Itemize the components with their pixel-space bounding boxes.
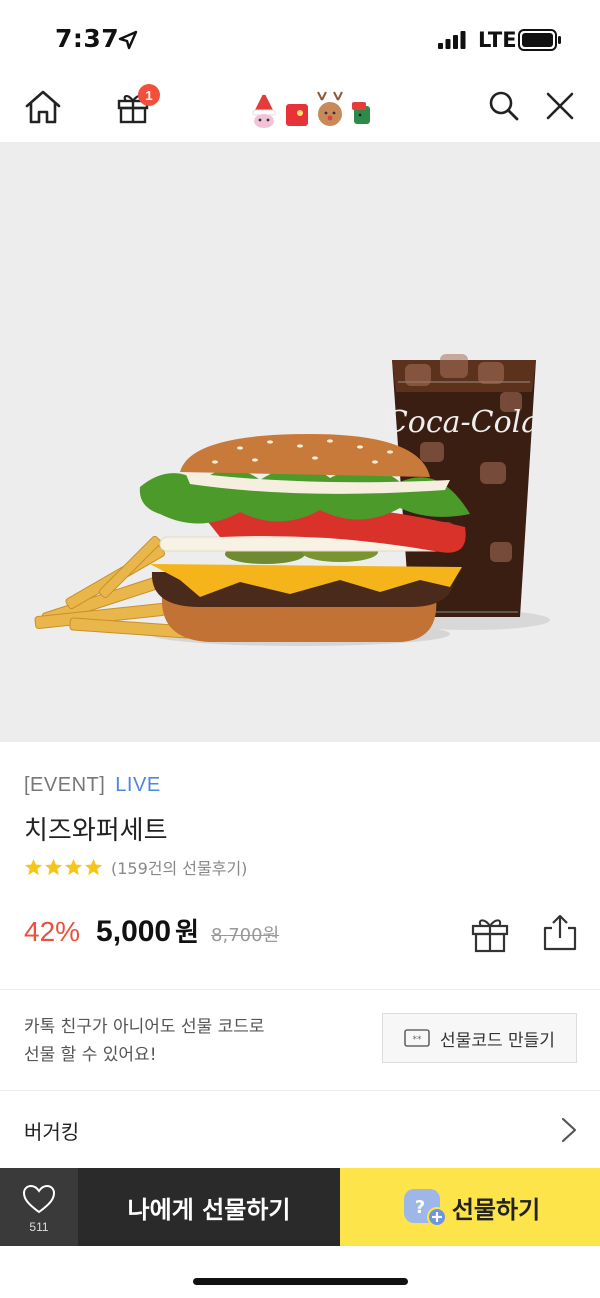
friend-select-icon: ? <box>403 1189 447 1227</box>
bottom-action-bar: 511 나에게 선물하기 ? 선물하기 <box>0 1168 600 1246</box>
gift-to-self-label: 나에게 선물하기 <box>127 1195 291 1224</box>
christmas-characters-icon <box>252 89 370 128</box>
price-unit: 원 <box>175 918 200 948</box>
wish-button[interactable]: 511 <box>0 1168 78 1246</box>
burger-set-illustration: Coca-Cola <box>34 354 550 646</box>
live-tag: LIVE <box>115 774 161 796</box>
gift-code-description: 카톡 친구가 아니어도 선물 코드로 선물 할 수 있어요! <box>24 1013 354 1069</box>
svg-text:?: ? <box>415 1197 425 1218</box>
home-button[interactable] <box>22 86 64 128</box>
ticket-icon: ** <box>404 1029 430 1047</box>
star-icon <box>24 858 43 875</box>
section-divider <box>0 1090 600 1091</box>
gift-code-line-1: 카톡 친구가 아니어도 선물 코드로 <box>24 1017 265 1037</box>
gift-to-self-button[interactable]: 나에게 선물하기 <box>78 1168 340 1246</box>
original-price: 8,700원 <box>211 925 280 946</box>
search-button[interactable] <box>484 86 524 126</box>
home-indicator[interactable] <box>193 1278 408 1285</box>
send-gift-label: 선물하기 <box>451 1195 541 1224</box>
chevron-right-icon <box>561 1117 577 1143</box>
make-gift-code-button[interactable]: ** 선물코드 만들기 <box>382 1013 577 1063</box>
battery-icon <box>518 29 561 51</box>
section-divider <box>0 989 600 990</box>
price-row: 42% 5,000 원 8,700원 <box>24 912 279 949</box>
brand-link[interactable]: 버거킹 <box>0 1092 600 1167</box>
send-gift-button[interactable]: ? 선물하기 <box>340 1168 600 1246</box>
location-arrow-icon <box>118 30 138 50</box>
gift-icon <box>471 919 509 953</box>
product-title: 치즈와퍼세트 <box>24 816 168 846</box>
rating-row[interactable]: (159건의 선물후기) <box>24 855 247 879</box>
brand-name: 버거킹 <box>24 1120 80 1144</box>
heart-icon <box>22 1184 56 1214</box>
network-type: LTE <box>478 28 517 52</box>
top-nav: 1 <box>0 80 600 142</box>
status-time: 7:37 <box>55 24 120 53</box>
make-gift-code-label: 선물코드 만들기 <box>440 1030 555 1051</box>
rating-stars <box>24 858 103 877</box>
gift-count-badge: 1 <box>138 84 160 106</box>
gift-wrap-button[interactable] <box>470 914 510 954</box>
discount-rate: 42% <box>24 916 81 947</box>
status-bar: 7:37 LTE <box>0 0 600 80</box>
share-icon <box>543 914 577 951</box>
svg-text:**: ** <box>413 1035 423 1045</box>
product-tags: [EVENT] LIVE <box>24 774 161 797</box>
home-icon <box>25 90 61 124</box>
star-icon <box>44 858 63 875</box>
cellular-signal-icon <box>438 31 466 49</box>
close-icon <box>546 92 574 120</box>
review-count: (159건의 선물후기) <box>111 859 248 878</box>
gift-code-line-2: 선물 할 수 있어요! <box>24 1045 157 1065</box>
wish-count: 511 <box>29 1220 49 1234</box>
svg-text:Coca-Cola: Coca-Cola <box>385 405 539 440</box>
sale-price: 5,000 <box>96 915 172 948</box>
search-icon <box>489 91 519 121</box>
product-image: Coca-Cola <box>0 142 600 742</box>
share-button[interactable] <box>540 912 580 952</box>
star-icon <box>84 858 103 875</box>
close-button[interactable] <box>540 86 580 126</box>
event-tag: [EVENT] <box>24 774 106 796</box>
star-icon <box>64 858 83 875</box>
